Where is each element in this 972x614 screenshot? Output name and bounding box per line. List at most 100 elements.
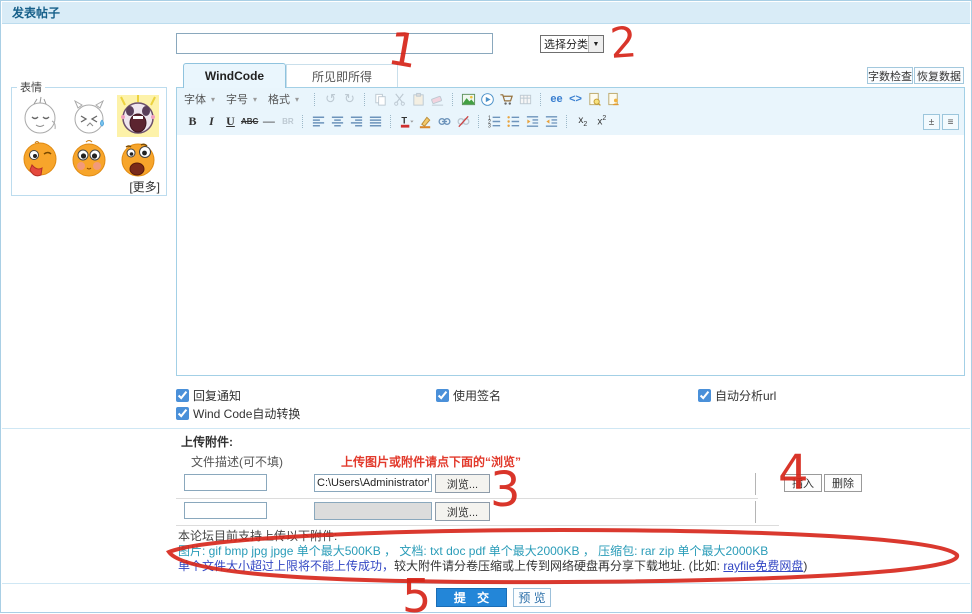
annotation-number-3: 3: [490, 462, 521, 518]
table-divider: [755, 473, 756, 495]
image-icon[interactable]: [460, 90, 477, 108]
bg-color-icon[interactable]: [417, 112, 434, 130]
toolbar-row-2: BIUABC—BR T 123 x2x2: [177, 110, 964, 132]
dropdown-arrow-icon: ▼: [588, 36, 603, 52]
superscript-icon[interactable]: x2: [593, 112, 610, 130]
unordered-list-icon[interactable]: [505, 112, 522, 130]
emoticon-6[interactable]: [117, 139, 159, 181]
attachment-desc-input[interactable]: [184, 474, 267, 491]
browse-button[interactable]: 浏览...: [435, 474, 490, 493]
media-icon[interactable]: [479, 90, 496, 108]
align-left-icon[interactable]: [310, 112, 327, 130]
emoticon-1[interactable]: [19, 95, 61, 137]
attachment-desc-input[interactable]: [184, 502, 267, 519]
italic-icon[interactable]: I: [203, 112, 220, 130]
section-divider: [2, 583, 970, 584]
tab-windcode[interactable]: WindCode: [183, 63, 286, 88]
auto-parse-url-checkbox[interactable]: [698, 389, 711, 402]
submit-button[interactable]: 提 交: [436, 588, 507, 607]
doc-user-icon[interactable]: [605, 90, 622, 108]
copy-icon[interactable]: [372, 90, 389, 108]
redo-icon[interactable]: ↻: [341, 90, 358, 108]
doc-search-icon[interactable]: [586, 90, 603, 108]
svg-text:3: 3: [488, 123, 491, 128]
font-select[interactable]: 字体▾: [184, 90, 215, 108]
tab-windcode-label: WindCode: [205, 69, 264, 83]
insert-attachment-button[interactable]: 插入: [784, 474, 822, 492]
emoticon-2[interactable]: [68, 95, 110, 137]
underline-icon[interactable]: U: [222, 112, 239, 130]
toolbar-separator: [364, 93, 366, 106]
toolbar-separator: [302, 115, 304, 128]
emoticon-panel-legend: 表情: [17, 79, 45, 95]
indent-icon[interactable]: [524, 112, 541, 130]
tab-wysiwyg[interactable]: 所见即所得: [286, 64, 398, 87]
undo-icon[interactable]: ↺: [322, 90, 339, 108]
paste-icon[interactable]: [410, 90, 427, 108]
annotation-number-5: 5: [402, 569, 431, 614]
link-icon[interactable]: [436, 112, 453, 130]
toolbar-separator: [566, 115, 568, 128]
align-right-icon[interactable]: [348, 112, 365, 130]
br-icon[interactable]: BR: [279, 112, 296, 130]
editor-textarea[interactable]: [177, 135, 964, 375]
table-icon[interactable]: [517, 90, 534, 108]
subscript-icon[interactable]: x2: [574, 112, 591, 130]
option-windcode-convert[interactable]: Wind Code自动转换: [176, 406, 300, 420]
ordered-list-icon[interactable]: 123: [486, 112, 503, 130]
outdent-icon[interactable]: [543, 112, 560, 130]
strike-icon[interactable]: ABC: [241, 112, 258, 130]
erase-icon[interactable]: [429, 90, 446, 108]
text-color-icon[interactable]: T: [398, 112, 415, 130]
code-icon[interactable]: <>: [567, 90, 584, 108]
option-auto-parse-url[interactable]: 自动分析url: [698, 388, 776, 402]
toolbar-separator: [390, 115, 392, 128]
upload-file-types: 图片: gif bmp jpg jpge 单个最大500KB ， 文档: txt…: [178, 544, 768, 558]
upload-hint-red: 上传图片或附件请点下面的“浏览”: [341, 453, 521, 470]
cut-icon[interactable]: [391, 90, 408, 108]
category-select-label: 选择分类: [541, 36, 588, 52]
emoticon-3[interactable]: [117, 95, 159, 137]
option-reply-notify[interactable]: 回复通知: [176, 388, 241, 402]
restore-data-button[interactable]: 恢复数据: [914, 67, 964, 84]
option-label: 使用签名: [453, 387, 501, 404]
preview-button[interactable]: 预 览: [513, 588, 551, 607]
toolbar-row-1: 字体▾ 字号▾ 格式▾ ↺↻ ee<>: [177, 88, 964, 110]
size-select[interactable]: 字号▾: [226, 90, 257, 108]
use-signature-checkbox[interactable]: [436, 389, 449, 402]
emoticon-more-link[interactable]: [更多]: [129, 178, 160, 195]
reply-notify-checkbox[interactable]: [176, 389, 189, 402]
option-label: 回复通知: [193, 387, 241, 404]
cart-icon[interactable]: [498, 90, 515, 108]
annotation-number-4: 4: [778, 445, 809, 501]
emoticon-5[interactable]: [68, 139, 110, 181]
word-count-button[interactable]: 字数检查: [867, 67, 913, 84]
hr-icon[interactable]: —: [260, 112, 277, 130]
attachment-file-input[interactable]: [314, 502, 432, 520]
page-title: 发表帖子: [2, 2, 970, 24]
attachment-file-input[interactable]: [314, 474, 432, 492]
tab-wysiwyg-label: 所见即所得: [312, 68, 372, 85]
format-select[interactable]: 格式▾: [268, 90, 299, 108]
option-use-signature[interactable]: 使用签名: [436, 388, 501, 402]
windcode-convert-checkbox[interactable]: [176, 407, 189, 420]
emoticon-icon[interactable]: ee: [548, 90, 565, 108]
emoticon-panel: 表情: [11, 79, 167, 196]
title-input[interactable]: [176, 33, 493, 54]
toolbar-toggle-button[interactable]: ±: [923, 114, 940, 130]
option-label: Wind Code自动转换: [193, 405, 300, 422]
rayfile-link[interactable]: rayfile免费网盘: [723, 559, 803, 573]
align-center-icon[interactable]: [329, 112, 346, 130]
table-row-border: [176, 498, 758, 499]
browse-button[interactable]: 浏览...: [435, 502, 490, 521]
unlink-icon[interactable]: [455, 112, 472, 130]
emoticon-4[interactable]: [19, 139, 61, 181]
bold-icon[interactable]: B: [184, 112, 201, 130]
annotation-number-2: 2: [608, 17, 638, 68]
delete-attachment-button[interactable]: 删除: [824, 474, 862, 492]
editor: 字体▾ 字号▾ 格式▾ ↺↻ ee<> BIUABC—BR T 123 x2x2 ± ≡: [176, 87, 965, 376]
category-select[interactable]: 选择分类 ▼: [540, 35, 604, 53]
toolbar-layout-button[interactable]: ≡: [942, 114, 959, 130]
align-justify-icon[interactable]: [367, 112, 384, 130]
upload-support-intro: 本论坛目前支持上传以下附件:: [178, 529, 337, 543]
